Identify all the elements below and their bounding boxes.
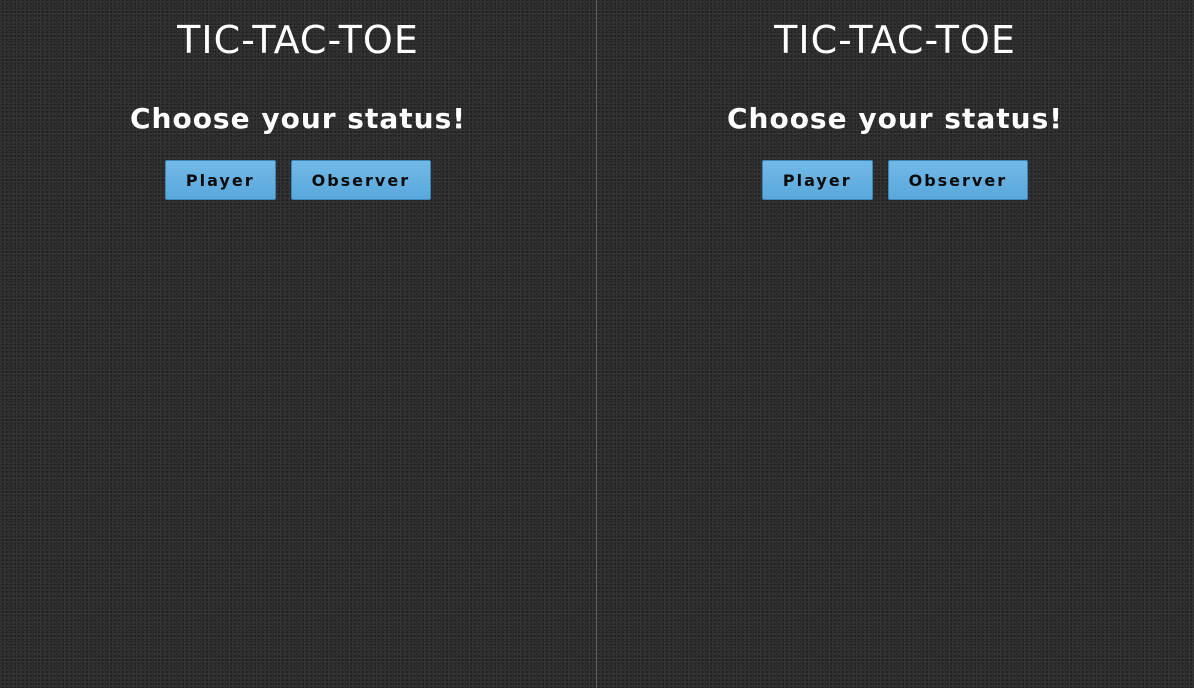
observer-button[interactable]: Observer bbox=[290, 160, 432, 200]
game-title: TIC-TAC-TOE bbox=[774, 18, 1016, 62]
split-view: TIC-TAC-TOE Choose your status! Player O… bbox=[0, 0, 1194, 688]
right-pane: TIC-TAC-TOE Choose your status! Player O… bbox=[597, 0, 1193, 688]
status-button-group: Player Observer bbox=[761, 160, 1029, 200]
game-title: TIC-TAC-TOE bbox=[177, 18, 419, 62]
player-button[interactable]: Player bbox=[761, 160, 873, 200]
player-button[interactable]: Player bbox=[164, 160, 276, 200]
status-prompt: Choose your status! bbox=[129, 102, 467, 135]
status-button-group: Player Observer bbox=[164, 160, 432, 200]
left-pane: TIC-TAC-TOE Choose your status! Player O… bbox=[0, 0, 596, 688]
observer-button[interactable]: Observer bbox=[887, 160, 1029, 200]
status-prompt: Choose your status! bbox=[726, 102, 1064, 135]
